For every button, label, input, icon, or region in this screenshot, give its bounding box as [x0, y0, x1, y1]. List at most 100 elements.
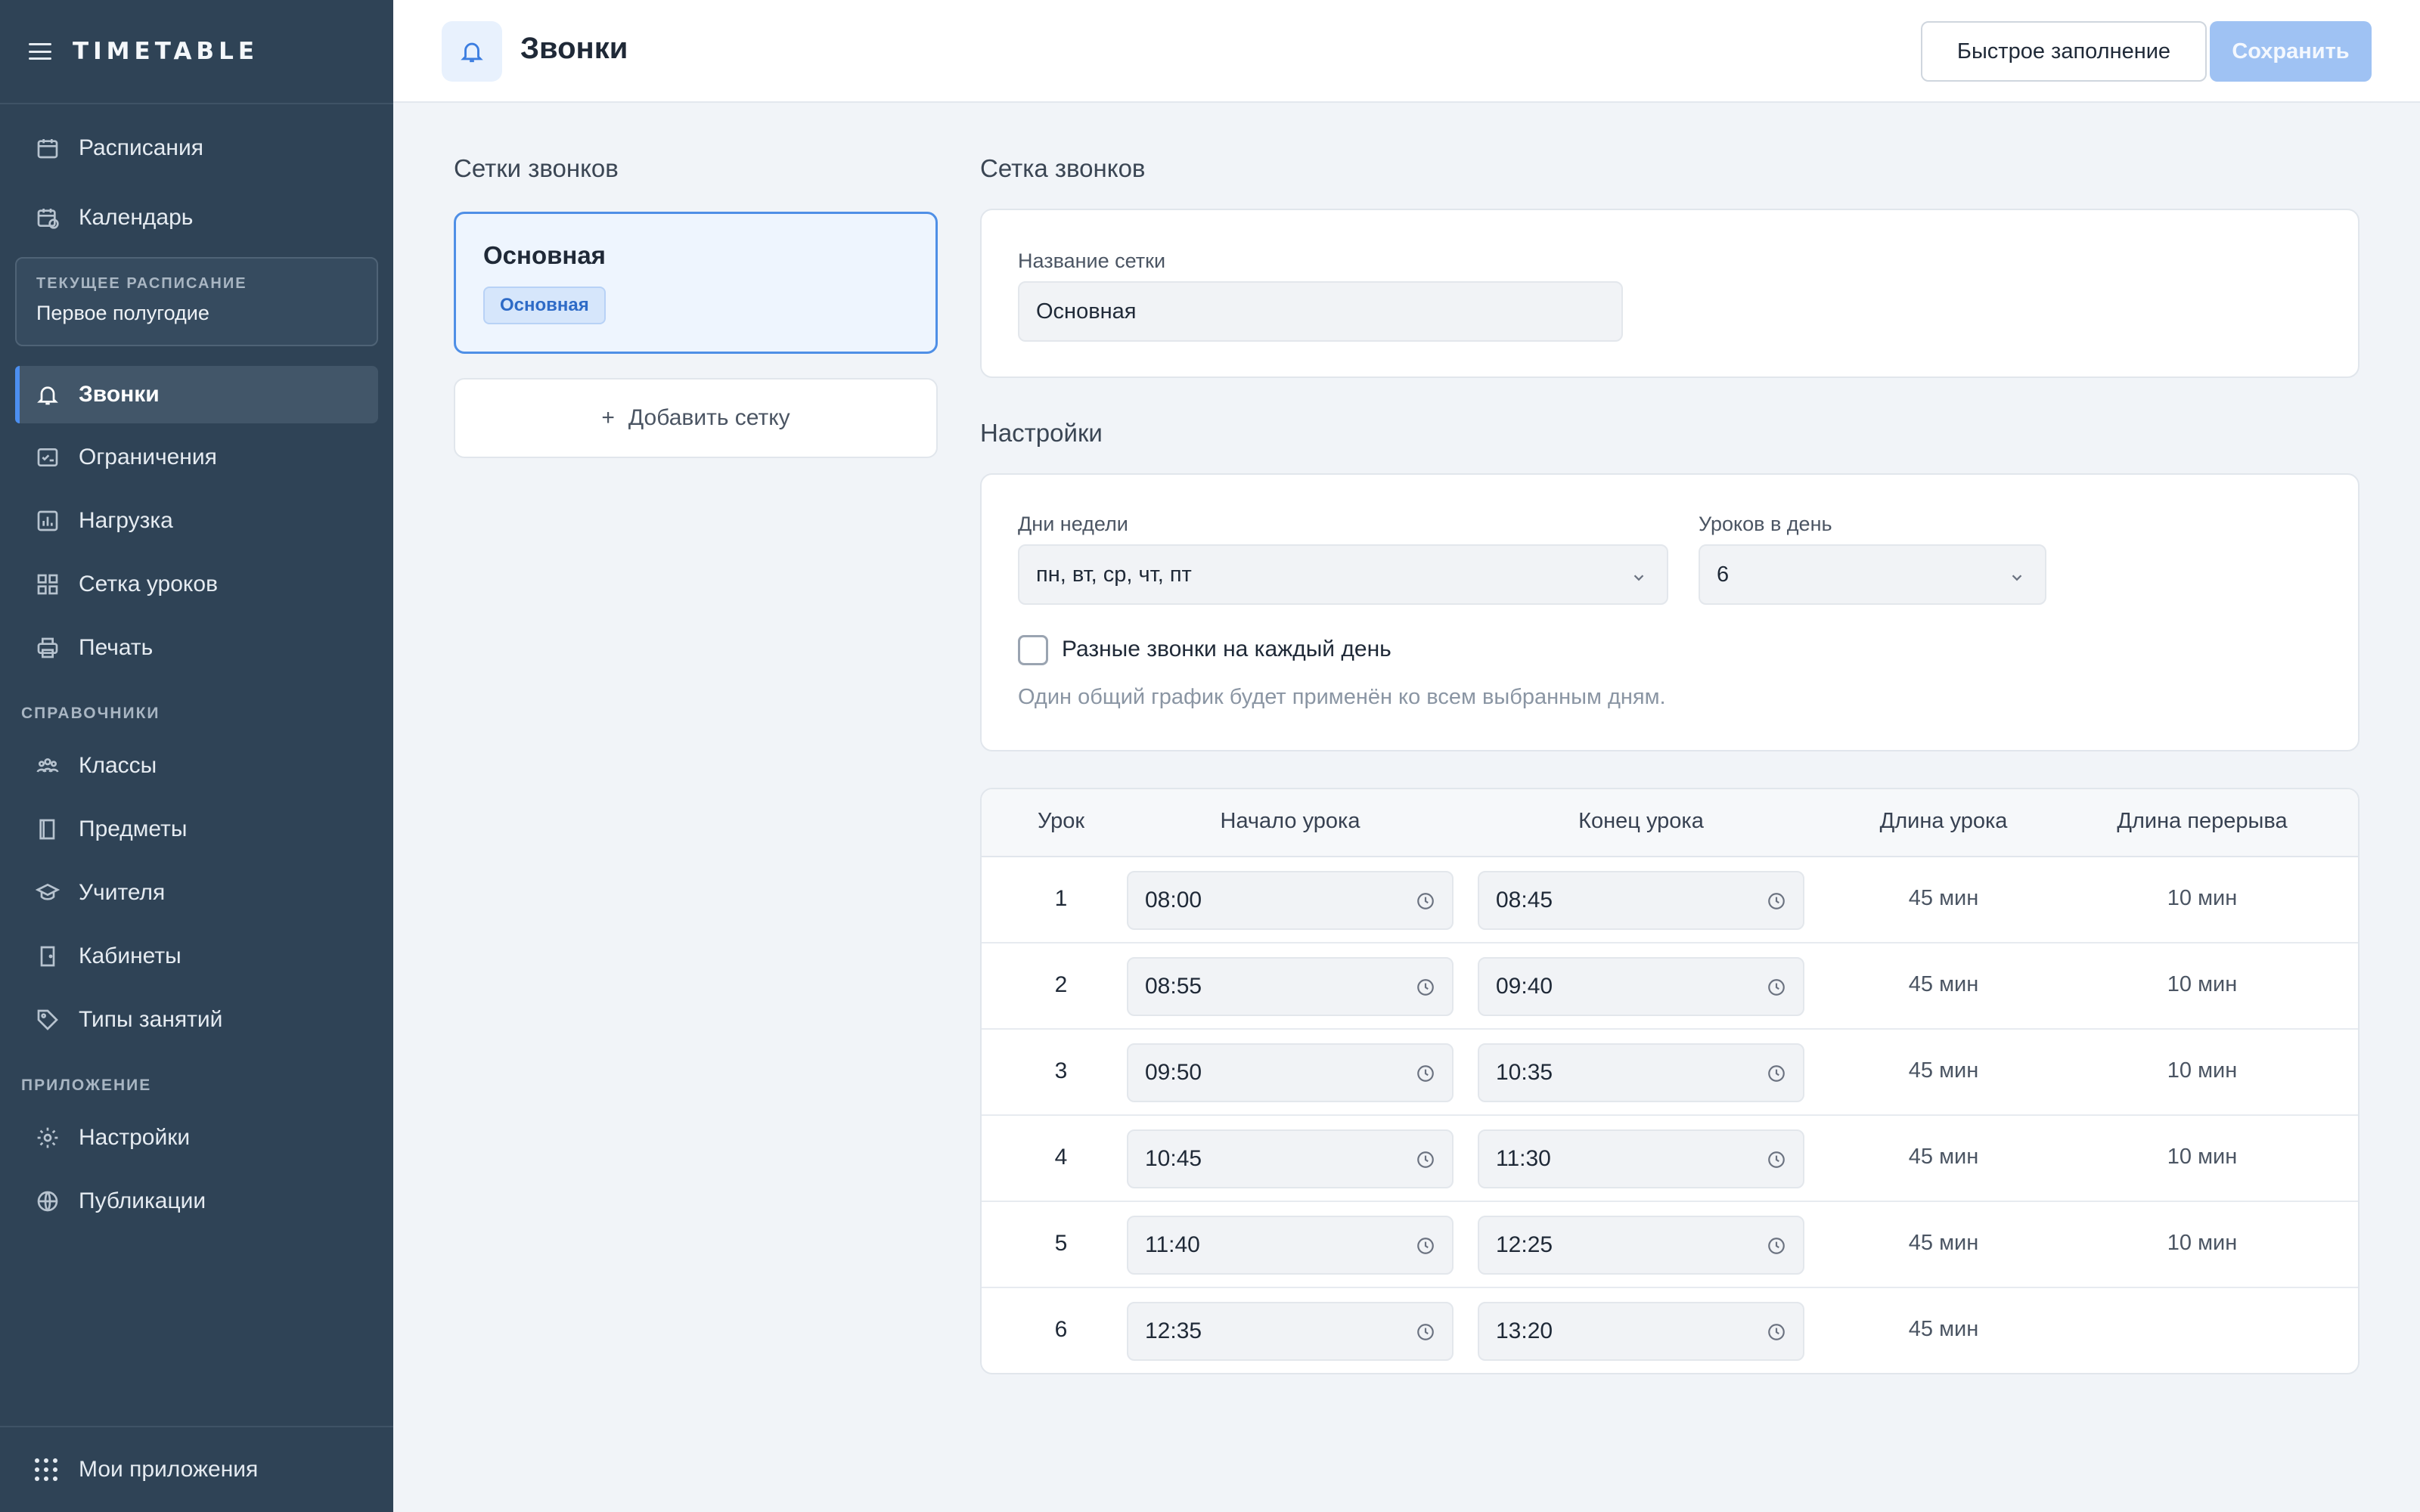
break-length: 10 мин	[2167, 972, 2238, 996]
end-time-input[interactable]: 11:30	[1478, 1129, 1804, 1188]
plus-icon: +	[601, 405, 615, 430]
chevron-down-icon	[1630, 567, 1647, 584]
table-row: 6 12:35 13:20 45 мин	[982, 1288, 2358, 1373]
checklist-icon	[35, 445, 60, 470]
sidebar-item-label: Звонки	[79, 382, 160, 407]
end-time-input[interactable]: 08:45	[1478, 871, 1804, 930]
brand-bar: TIMETABLE	[0, 0, 393, 104]
lesson-number: 4	[1054, 1145, 1068, 1170]
sidebar-item-teachers[interactable]: Учителя	[15, 864, 378, 922]
lesson-number: 1	[1054, 886, 1068, 911]
end-time-value: 13:20	[1496, 1318, 1553, 1343]
sidebar-item-lesson-grid[interactable]: Сетка уроков	[15, 556, 378, 613]
lessons-per-day-select[interactable]: 6	[1699, 544, 2046, 605]
lessons-per-day-value: 6	[1717, 562, 1730, 587]
days-select[interactable]: пн, вт, ср, чт, пт	[1018, 544, 1668, 605]
sidebar-item-label: Настройки	[79, 1125, 191, 1150]
add-grid-label: Добавить сетку	[628, 405, 790, 430]
end-time-value: 11:30	[1496, 1146, 1551, 1171]
end-time-input[interactable]: 12:25	[1478, 1216, 1804, 1275]
chevron-down-icon	[2009, 567, 2025, 584]
grid-name-input[interactable]: Основная	[1018, 281, 1623, 342]
end-time-value: 12:25	[1496, 1232, 1553, 1257]
table-header: Урок Начало урока Конец урока Длина урок…	[982, 789, 2358, 857]
bell-icon	[442, 21, 502, 82]
start-time-input[interactable]: 09:50	[1127, 1043, 1454, 1102]
current-schedule-selector[interactable]: ТЕКУЩЕЕ РАСПИСАНИЕ Первое полугодие	[15, 257, 378, 346]
end-time-input[interactable]: 13:20	[1478, 1302, 1804, 1361]
sidebar-item-classes[interactable]: Классы	[15, 737, 378, 795]
users-icon	[35, 753, 60, 779]
bar-chart-icon	[35, 508, 60, 534]
different-bells-checkbox[interactable]	[1018, 635, 1048, 665]
tag-icon	[35, 1007, 60, 1033]
start-time-input[interactable]: 10:45	[1127, 1129, 1454, 1188]
hamburger-menu-icon[interactable]	[29, 43, 51, 60]
sidebar: TIMETABLE Расписания Календарь ТЕКУЩЕЕ Р…	[0, 0, 393, 1512]
current-schedule-label: ТЕКУЩЕЕ РАСПИСАНИЕ	[36, 275, 247, 292]
add-grid-button[interactable]: + Добавить сетку	[454, 378, 938, 458]
sidebar-item-print[interactable]: Печать	[15, 619, 378, 677]
my-apps-link[interactable]: Мои приложения	[0, 1426, 393, 1512]
sidebar-item-label: Нагрузка	[79, 508, 173, 533]
save-button[interactable]: Сохранить	[2210, 21, 2372, 82]
grid-editor-title: Сетка звонков	[980, 154, 1146, 182]
sidebar-item-restrictions[interactable]: Ограничения	[15, 429, 378, 486]
break-length: 10 мин	[2167, 886, 2238, 910]
days-label: Дни недели	[1018, 513, 1128, 535]
section-label-app: ПРИЛОЖЕНИЕ	[21, 1077, 152, 1094]
default-badge: Основная	[483, 287, 606, 324]
sidebar-item-bells[interactable]: Звонки	[15, 366, 378, 423]
sidebar-item-calendar[interactable]: Календарь	[15, 189, 378, 246]
sidebar-item-label: Календарь	[79, 205, 194, 230]
start-time-input[interactable]: 08:00	[1127, 871, 1454, 930]
different-bells-label: Разные звонки на каждый день	[1062, 637, 1392, 662]
grid-name-panel: Название сетки Основная	[980, 209, 2360, 378]
sidebar-item-label: Ограничения	[79, 445, 217, 469]
clock-icon	[1416, 891, 1435, 911]
apps-grid-icon	[35, 1458, 57, 1481]
grid-card-main[interactable]: Основная Основная	[454, 212, 938, 354]
start-time-value: 08:55	[1145, 974, 1202, 999]
lesson-number: 2	[1054, 972, 1068, 997]
settings-panel: Дни недели пн, вт, ср, чт, пт Уроков в д…	[980, 473, 2360, 751]
grid-card-title: Основная	[483, 241, 606, 269]
my-apps-label: Мои приложения	[79, 1457, 259, 1482]
start-time-input[interactable]: 12:35	[1127, 1302, 1454, 1361]
grid-name-label: Название сетки	[1018, 249, 1166, 272]
end-time-value: 09:40	[1496, 974, 1553, 999]
table-row: 1 08:00 08:45 45 мин 10 мин	[982, 857, 2358, 943]
sidebar-item-subjects[interactable]: Предметы	[15, 801, 378, 858]
sidebar-item-label: Расписания	[79, 135, 203, 160]
lesson-number: 5	[1054, 1231, 1068, 1256]
break-length: 10 мин	[2167, 1231, 2238, 1255]
sidebar-item-rooms[interactable]: Кабинеты	[15, 928, 378, 985]
start-time-value: 11:40	[1145, 1232, 1200, 1257]
end-time-value: 10:35	[1496, 1060, 1553, 1085]
sidebar-item-publications[interactable]: Публикации	[15, 1173, 378, 1230]
section-label-references: СПРАВОЧНИКИ	[21, 705, 160, 722]
start-time-input[interactable]: 11:40	[1127, 1216, 1454, 1275]
sidebar-item-settings[interactable]: Настройки	[15, 1109, 378, 1167]
sidebar-item-label: Печать	[79, 635, 154, 660]
door-icon	[35, 943, 60, 969]
start-time-input[interactable]: 08:55	[1127, 957, 1454, 1016]
quick-fill-button[interactable]: Быстрое заполнение	[1921, 21, 2207, 82]
end-time-input[interactable]: 10:35	[1478, 1043, 1804, 1102]
sidebar-item-schedules[interactable]: Расписания	[15, 119, 378, 177]
sidebar-item-workload[interactable]: Нагрузка	[15, 492, 378, 550]
clock-icon	[1416, 978, 1435, 997]
clock-icon	[1416, 1322, 1435, 1342]
page-header: Звонки Быстрое заполнение Сохранить	[393, 0, 2420, 103]
column-header-end: Конец урока	[1578, 809, 1704, 833]
sidebar-item-lesson-types[interactable]: Типы занятий	[15, 991, 378, 1049]
clock-icon	[1767, 891, 1786, 911]
book-icon	[35, 816, 60, 842]
end-time-input[interactable]: 09:40	[1478, 957, 1804, 1016]
table-row: 3 09:50 10:35 45 мин 10 мин	[982, 1030, 2358, 1116]
sidebar-item-label: Учителя	[79, 880, 166, 905]
table-row: 5 11:40 12:25 45 мин 10 мин	[982, 1202, 2358, 1288]
graduation-cap-icon	[35, 880, 60, 906]
sidebar-item-label: Сетка уроков	[79, 572, 219, 596]
sidebar-item-label: Кабинеты	[79, 943, 182, 968]
